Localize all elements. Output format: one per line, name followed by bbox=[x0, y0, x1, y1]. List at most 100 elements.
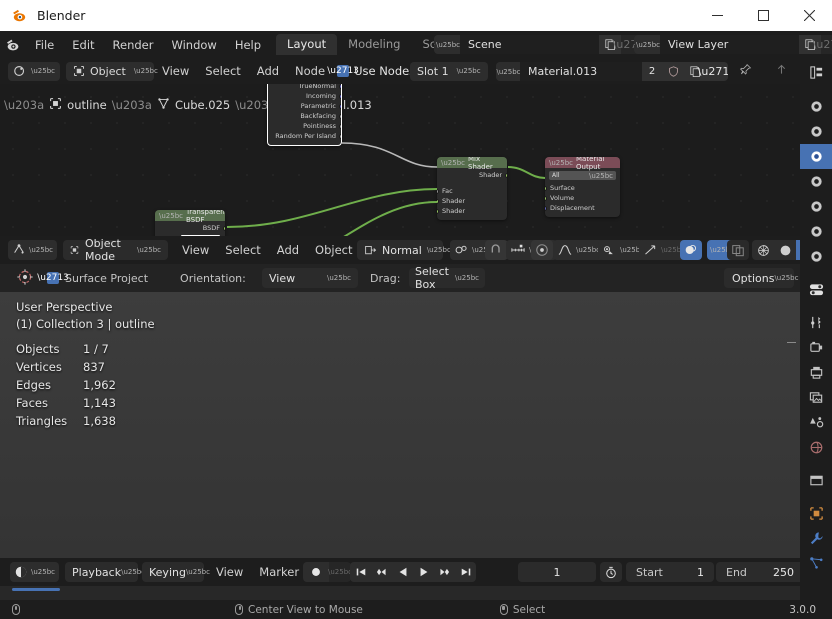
scene-selector[interactable]: \u25bc Scene \u2715 bbox=[434, 35, 643, 54]
node-input-shader-2[interactable]: Shader bbox=[437, 206, 507, 216]
properties-tab-object2[interactable] bbox=[800, 501, 832, 526]
scene-name[interactable]: Scene bbox=[460, 35, 599, 54]
socket-dot[interactable] bbox=[437, 199, 439, 204]
socket-dot[interactable] bbox=[339, 84, 341, 89]
socket-dot[interactable] bbox=[339, 94, 341, 99]
node-input-fac[interactable]: Fac bbox=[437, 186, 507, 196]
surface-project-checkbox[interactable]: \u2713 Surface Project bbox=[37, 272, 148, 285]
node-socket-bsdf-out[interactable]: BSDF bbox=[155, 223, 225, 233]
node-transparent-bsdf[interactable]: \u25bc Transparent BSDF BSDF Color bbox=[155, 210, 225, 236]
properties-tab-modifiers[interactable] bbox=[800, 526, 832, 551]
xray-toggle[interactable] bbox=[727, 240, 749, 260]
keying-dropdown[interactable]: Keying \u25bc bbox=[142, 562, 210, 582]
workspace-tab-modeling[interactable]: Modeling bbox=[337, 34, 411, 55]
collapse-chevron-icon[interactable]: \u25bc bbox=[441, 159, 465, 167]
transform-orientation-dropdown[interactable]: Normal \u25bc bbox=[357, 240, 451, 260]
close-button[interactable] bbox=[786, 0, 832, 31]
node-input-surface[interactable]: Surface bbox=[545, 183, 620, 193]
properties-tab-render2[interactable] bbox=[800, 335, 832, 360]
auto-keying-dropdown[interactable]: \u25bc bbox=[328, 562, 352, 582]
timeline-menu-marker[interactable]: Marker bbox=[251, 563, 307, 582]
node-input-volume[interactable]: Volume bbox=[545, 193, 620, 203]
snap-mode-button[interactable] bbox=[485, 240, 508, 260]
node-socket-pointiness[interactable]: Pointiness bbox=[268, 121, 341, 131]
socket-dot[interactable] bbox=[339, 114, 341, 119]
node-header[interactable]: \u25bc Material Output bbox=[545, 157, 620, 171]
node-socket-random-per-island[interactable]: Random Per Island bbox=[268, 131, 341, 141]
blender-menu-icon[interactable] bbox=[0, 31, 26, 58]
workspace-tab-layout[interactable]: Layout bbox=[276, 34, 338, 55]
node-menu-add[interactable]: Add bbox=[249, 62, 287, 81]
cursor-tool-icon[interactable] bbox=[16, 268, 34, 289]
properties-tab-particles[interactable] bbox=[800, 551, 832, 576]
socket-dot[interactable] bbox=[339, 134, 341, 139]
node-socket-truenormal[interactable]: TrueNormal bbox=[268, 84, 341, 91]
node-header[interactable]: \u25bc Transparent BSDF bbox=[155, 210, 225, 224]
socket-dot[interactable] bbox=[223, 226, 225, 231]
properties-tab-toggle[interactable] bbox=[800, 277, 832, 302]
properties-tab-scene[interactable] bbox=[800, 169, 832, 194]
breadcrumb-mesh[interactable]: Cube.025 bbox=[175, 98, 230, 112]
editor-type-selector[interactable]: \u25bc bbox=[8, 61, 60, 81]
viewport-sidebar-toggle[interactable] bbox=[787, 342, 796, 343]
material-users-count[interactable]: 2 bbox=[642, 62, 662, 81]
minimize-button[interactable] bbox=[694, 0, 740, 31]
menu-render[interactable]: Render bbox=[104, 35, 163, 55]
node-geometry[interactable]: TrueNormal Incoming Parametric Backfacin… bbox=[267, 84, 342, 146]
properties-tab-scene2[interactable] bbox=[800, 410, 832, 435]
remove-view-layer-icon[interactable]: \u2715 bbox=[813, 35, 832, 54]
node-menu-select[interactable]: Select bbox=[197, 62, 248, 81]
current-frame-field[interactable]: 1 bbox=[518, 562, 596, 582]
proportional-editing-toggle[interactable] bbox=[531, 240, 553, 260]
frame-start-field[interactable]: Start 1 bbox=[626, 562, 714, 582]
node-menu-view[interactable]: View bbox=[154, 62, 197, 81]
jump-to-start-icon[interactable] bbox=[350, 562, 371, 582]
node-input-shader-1[interactable]: Shader bbox=[437, 196, 507, 206]
options-dropdown[interactable]: Options \u25bc bbox=[724, 268, 798, 288]
menu-window[interactable]: Window bbox=[162, 35, 225, 55]
scene-objects[interactable] bbox=[0, 292, 800, 558]
auto-keying-icon[interactable] bbox=[303, 562, 329, 582]
node-socket-shader-out[interactable]: Shader bbox=[437, 170, 507, 180]
shading-solid-icon[interactable] bbox=[774, 240, 796, 260]
use-preview-range-icon[interactable] bbox=[600, 562, 622, 582]
socket-dot[interactable] bbox=[437, 209, 439, 214]
next-keyframe-icon[interactable] bbox=[434, 562, 455, 582]
properties-tab-tool-settings[interactable] bbox=[800, 310, 832, 335]
node-socket-backfacing[interactable]: Backfacing bbox=[268, 111, 341, 121]
viewport-menu-object[interactable]: Object bbox=[307, 241, 360, 260]
interaction-mode-dropdown[interactable]: Object Mode \u25bc bbox=[63, 237, 168, 263]
socket-dot[interactable] bbox=[339, 124, 341, 129]
breadcrumb-object[interactable]: outline bbox=[67, 98, 107, 112]
properties-tab-output[interactable] bbox=[800, 360, 832, 385]
jump-to-end-icon[interactable] bbox=[455, 562, 476, 582]
properties-tab-object[interactable] bbox=[800, 219, 832, 244]
properties-tab-viewlayer2[interactable] bbox=[800, 385, 832, 410]
shader-node-canvas[interactable]: \u203a outline \u203a Cube.025 \u203a Ma… bbox=[0, 84, 800, 236]
material-selector[interactable]: \u25bc Material.013 2 \u2715 bbox=[496, 62, 728, 81]
playback-transport[interactable] bbox=[350, 562, 476, 582]
browse-up-icon[interactable] bbox=[775, 63, 788, 79]
play-icon[interactable] bbox=[413, 562, 434, 582]
properties-tab-camera[interactable] bbox=[800, 244, 832, 269]
socket-dot[interactable] bbox=[545, 186, 547, 191]
frame-end-field[interactable]: End 250 bbox=[716, 562, 804, 582]
use-nodes-checkbox[interactable]: \u2713 Use Nodes bbox=[327, 64, 415, 78]
properties-editor-type-selector[interactable] bbox=[800, 58, 832, 86]
shader-type-dropdown[interactable]: Object \u25bc bbox=[66, 61, 158, 81]
menu-help[interactable]: Help bbox=[226, 35, 270, 55]
shading-wireframe-icon[interactable] bbox=[752, 240, 774, 260]
menu-edit[interactable]: Edit bbox=[63, 35, 103, 55]
properties-tab-world2[interactable] bbox=[800, 435, 832, 460]
node-material-output[interactable]: \u25bc Material Output All \u25bc Surface… bbox=[545, 157, 620, 217]
view-layer-name[interactable]: View Layer bbox=[660, 35, 799, 54]
socket-dot[interactable] bbox=[545, 196, 547, 201]
properties-tab-view-layer[interactable] bbox=[800, 144, 832, 169]
viewport-menu-add[interactable]: Add bbox=[269, 241, 307, 260]
maximize-button[interactable] bbox=[740, 0, 786, 31]
timeline-editor-type-selector[interactable]: \u25bc bbox=[10, 562, 59, 582]
prev-keyframe-icon[interactable] bbox=[371, 562, 392, 582]
socket-dot[interactable] bbox=[505, 173, 507, 178]
auto-keying-group[interactable]: \u25bc bbox=[303, 562, 352, 582]
viewport-canvas[interactable]: User Perspective (1) Collection 3 | outl… bbox=[0, 292, 800, 558]
